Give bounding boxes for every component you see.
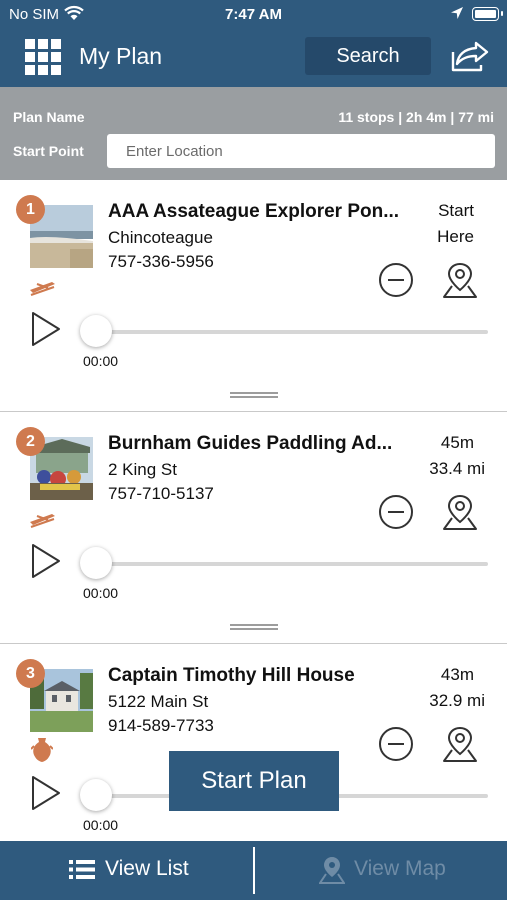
location-arrow-icon [451, 7, 463, 19]
plan-info-panel: Plan Name 11 stops | 2h 4m | 77 mi Start… [0, 87, 507, 180]
tab-view-map[interactable]: View Map [255, 841, 507, 900]
stop-number-badge: 2 [16, 427, 45, 456]
stop-duration: 45m [440, 433, 474, 452]
app-header: My Plan Search [0, 30, 507, 87]
stop-phone[interactable]: 757-710-5137 [108, 484, 214, 504]
audio-time: 00:00 [83, 353, 119, 369]
stop-name[interactable]: Burnham Guides Paddling Ad... [108, 433, 418, 455]
stop-duration: Start [438, 201, 474, 220]
audio-time: 00:00 [83, 817, 119, 833]
battery-icon [472, 7, 503, 21]
drag-handle[interactable] [230, 392, 278, 398]
plan-stats: 11 stops | 2h 4m | 77 mi [338, 109, 494, 125]
menu-grid-icon[interactable] [25, 39, 61, 75]
stop-name[interactable]: Captain Timothy Hill House [108, 665, 418, 687]
stop-phone[interactable]: 914-589-7733 [108, 716, 214, 736]
stop-address: Chincoteague [108, 228, 213, 247]
start-location-input[interactable] [107, 134, 495, 168]
stop-distance: Here [437, 227, 474, 246]
remove-stop-button[interactable] [379, 263, 413, 297]
stop-number-badge: 1 [16, 195, 45, 224]
remove-stop-button[interactable] [379, 495, 413, 529]
start-plan-button[interactable]: Start Plan [169, 751, 339, 811]
play-icon[interactable] [30, 543, 62, 579]
map-pin-icon[interactable] [441, 492, 479, 532]
list-icon [69, 860, 95, 879]
tab-view-list-label: View List [105, 857, 189, 880]
audio-slider-knob[interactable] [80, 315, 112, 347]
play-icon[interactable] [30, 311, 62, 347]
audio-slider-knob[interactable] [80, 547, 112, 579]
stop-number-badge: 3 [16, 659, 45, 688]
status-bar: No SIM 7:47 AM [0, 0, 507, 30]
share-icon[interactable] [449, 40, 489, 72]
stop-address: 5122 Main St [108, 692, 209, 711]
stop-card[interactable]: 2 Burnham Guides Paddling Ad... 2 King S… [0, 412, 507, 644]
search-button[interactable]: Search [305, 37, 431, 75]
bottom-tab-bar: View List View Map [0, 841, 507, 900]
vase-icon [31, 738, 53, 762]
start-point-label: Start Point [13, 143, 84, 159]
stop-distance: 33.4 mi [429, 459, 485, 478]
plan-name-label: Plan Name [13, 109, 85, 125]
stop-address: 2 King St [108, 460, 177, 479]
tab-view-list[interactable]: View List [0, 841, 253, 900]
stop-card[interactable]: 1 AAA Assateague Explorer Pon... Chincot… [0, 180, 507, 412]
map-marker-icon [319, 857, 345, 884]
audio-slider-knob[interactable] [80, 779, 112, 811]
page-title: My Plan [79, 43, 163, 69]
audio-progress-track[interactable] [96, 562, 488, 566]
stop-duration: 43m [440, 665, 474, 684]
remove-stop-button[interactable] [379, 727, 413, 761]
kayak-icon [30, 282, 55, 296]
stop-phone[interactable]: 757-336-5956 [108, 252, 214, 272]
map-pin-icon[interactable] [441, 724, 479, 764]
play-icon[interactable] [30, 775, 62, 811]
audio-time: 00:00 [83, 585, 119, 601]
kayak-icon [30, 514, 55, 528]
stop-name[interactable]: AAA Assateague Explorer Pon... [108, 201, 418, 223]
audio-progress-track[interactable] [96, 330, 488, 334]
stop-distance: 32.9 mi [429, 691, 485, 710]
clock: 7:47 AM [225, 6, 282, 23]
map-pin-icon[interactable] [441, 260, 479, 300]
drag-handle[interactable] [230, 624, 278, 630]
tab-view-map-label: View Map [354, 857, 446, 880]
